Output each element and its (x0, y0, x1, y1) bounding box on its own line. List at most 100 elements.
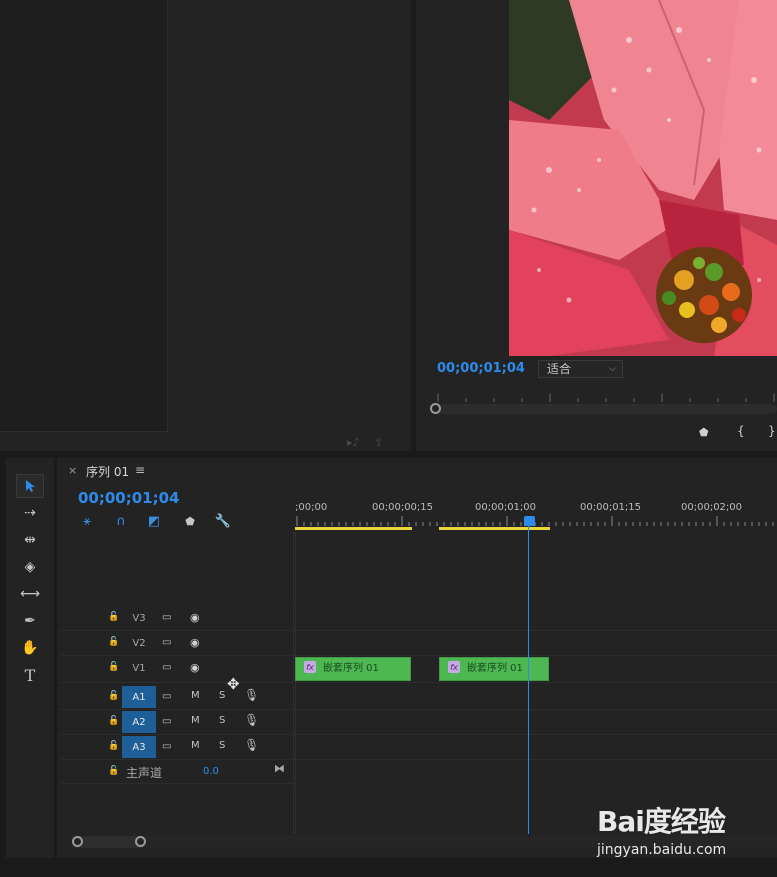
track-row-v3: 🔓 V3 ▭ ◉ (60, 606, 777, 631)
lock-icon[interactable]: 🔓 (108, 716, 119, 726)
resize-cursor-icon: ✥ (227, 675, 240, 693)
poinsettia-flower-image (509, 0, 777, 356)
scroll-handle-right[interactable] (135, 836, 146, 847)
fx-badge-icon: fx (304, 661, 316, 673)
timeline-clip[interactable]: fx 嵌套序列 01 (439, 657, 549, 681)
fit-select-value: 适合 (547, 362, 572, 376)
track-row-a1: 🔓 A1 ▭ M S 🎙 (60, 685, 777, 710)
add-marker-icon[interactable]: ⬟ (699, 426, 709, 439)
master-track-label: 主声道 (126, 766, 163, 780)
track-header-filler (60, 785, 294, 834)
add-marker-icon[interactable]: ⬟ (181, 513, 199, 529)
razor-tool-icon[interactable]: ◈ (16, 555, 44, 579)
eye-icon[interactable]: ◉ (190, 611, 200, 624)
ruler-ticks (295, 516, 774, 530)
timeline-timecode[interactable]: 00;00;01;04 (78, 489, 180, 507)
track-header: 🔓 V1 ▭ ◉ (60, 656, 294, 682)
timeline-tab-title[interactable]: 序列 01 (86, 463, 129, 480)
fx-badge-icon: fx (448, 661, 460, 673)
wrench-settings-icon[interactable]: 🔧 (214, 513, 232, 529)
mute-button[interactable]: M (191, 740, 200, 751)
mark-out-icon[interactable]: } (768, 424, 776, 438)
lock-icon[interactable]: 🔓 (108, 637, 119, 647)
track-row-a2: 🔓 A2 ▭ M S 🎙 (60, 710, 777, 735)
program-ruler[interactable] (428, 384, 777, 404)
solo-button[interactable]: S (219, 715, 225, 726)
track-name[interactable]: A1 (122, 686, 156, 708)
track-name[interactable]: V1 (122, 657, 156, 679)
insert-icon[interactable]: ▸♪ (347, 436, 360, 449)
solo-button[interactable]: S (219, 740, 225, 751)
track-row-v1: 🔓 V1 ▭ ◉ (60, 656, 777, 683)
ripple-edit-tool-icon[interactable]: ⇹ (16, 528, 44, 552)
track-name[interactable]: V2 (122, 632, 156, 654)
nest-sequence-icon[interactable]: ⚹ (78, 513, 96, 529)
work-area-bar[interactable] (295, 527, 412, 530)
export-frame-icon[interactable]: ⇪ (374, 436, 383, 449)
track-header-spacer (60, 532, 294, 605)
track-name[interactable]: A3 (122, 736, 156, 758)
track-header: 🔓 V2 ▭ ◉ (60, 631, 294, 655)
snap-magnet-icon[interactable]: ∩ (112, 513, 130, 529)
source-monitor-viewport (0, 0, 168, 432)
lock-icon[interactable]: 🔓 (108, 691, 119, 701)
track-name[interactable]: V3 (122, 607, 156, 629)
sync-lock-icon[interactable]: ▭ (162, 716, 171, 727)
track-row-a3: 🔓 A3 ▭ M S 🎙 (60, 735, 777, 760)
playhead-line[interactable] (528, 526, 529, 834)
lock-icon[interactable]: 🔓 (108, 612, 119, 622)
pen-tool-icon[interactable]: ✒ (16, 609, 44, 633)
track-header: 🔓 A3 ▭ M S 🎙 (60, 735, 294, 759)
program-zoom-scrollbar[interactable] (430, 404, 777, 414)
scroll-handle-left[interactable] (72, 836, 83, 847)
slip-tool-icon[interactable]: ⟷ (16, 582, 44, 606)
playhead-handle[interactable] (524, 516, 535, 526)
work-area-bar[interactable] (439, 527, 550, 530)
tools-panel: ⇢ ⇹ ◈ ⟷ ✒ ✋ T (6, 458, 54, 858)
sync-lock-icon[interactable]: ▭ (162, 662, 171, 673)
panel-menu-icon[interactable]: ≡ (135, 463, 145, 477)
eye-icon[interactable]: ◉ (190, 636, 200, 649)
sync-lock-icon[interactable]: ▭ (162, 637, 171, 648)
timeline-ruler[interactable]: ;00;00 00;00;00;15 00;00;01;00 00;00;01;… (295, 498, 777, 532)
solo-button[interactable]: S (219, 690, 225, 701)
type-tool-icon[interactable]: T (16, 663, 44, 687)
sync-lock-icon[interactable]: ▭ (162, 741, 171, 752)
bowtie-icon[interactable]: ⧓ (274, 762, 285, 775)
chevron-down-icon: ⌵ (609, 364, 616, 374)
microphone-icon[interactable]: 🎙 (244, 713, 259, 727)
track-header: 🔓 V3 ▭ ◉ (60, 606, 294, 630)
program-preview-image (509, 0, 777, 356)
track-name[interactable]: A2 (122, 711, 156, 733)
master-track-header (60, 760, 294, 784)
program-zoom-handle[interactable] (430, 403, 441, 414)
microphone-icon[interactable]: 🎙 (244, 738, 259, 752)
program-timecode[interactable]: 00;00;01;04 (437, 361, 525, 376)
watermark-url: jingyan.baidu.com (597, 842, 727, 858)
lock-icon[interactable]: 🔓 (108, 766, 119, 776)
fit-select[interactable]: 适合 ⌵ (538, 360, 623, 378)
eye-icon[interactable]: ◉ (190, 661, 200, 674)
linked-selection-icon[interactable]: ◩ (145, 513, 163, 529)
track-area[interactable] (295, 532, 777, 834)
sync-lock-icon[interactable]: ▭ (162, 612, 171, 623)
track-row-v2: 🔓 V2 ▭ ◉ (60, 631, 777, 656)
close-tab-icon[interactable]: × (68, 464, 77, 477)
master-volume-value[interactable]: 0.0 (203, 766, 219, 777)
timeline-clip[interactable]: fx 嵌套序列 01 (295, 657, 411, 681)
clip-label: 嵌套序列 01 (467, 663, 523, 674)
selection-tool-icon[interactable] (16, 474, 44, 498)
track-header: 🔓 A1 ▭ M S 🎙 (60, 685, 294, 709)
baidu-watermark-logo: Bai度经验 (597, 805, 726, 838)
lock-icon[interactable]: 🔓 (108, 662, 119, 672)
hand-tool-icon[interactable]: ✋ (16, 636, 44, 660)
microphone-icon[interactable]: 🎙 (244, 688, 259, 702)
track-select-tool-icon[interactable]: ⇢ (16, 501, 44, 525)
lock-icon[interactable]: 🔓 (108, 741, 119, 751)
sync-lock-icon[interactable]: ▭ (162, 691, 171, 702)
mute-button[interactable]: M (191, 715, 200, 726)
mark-in-icon[interactable]: { (737, 424, 745, 438)
mute-button[interactable]: M (191, 690, 200, 701)
track-header: 🔓 A2 ▭ M S 🎙 (60, 710, 294, 734)
clip-label: 嵌套序列 01 (323, 663, 379, 674)
